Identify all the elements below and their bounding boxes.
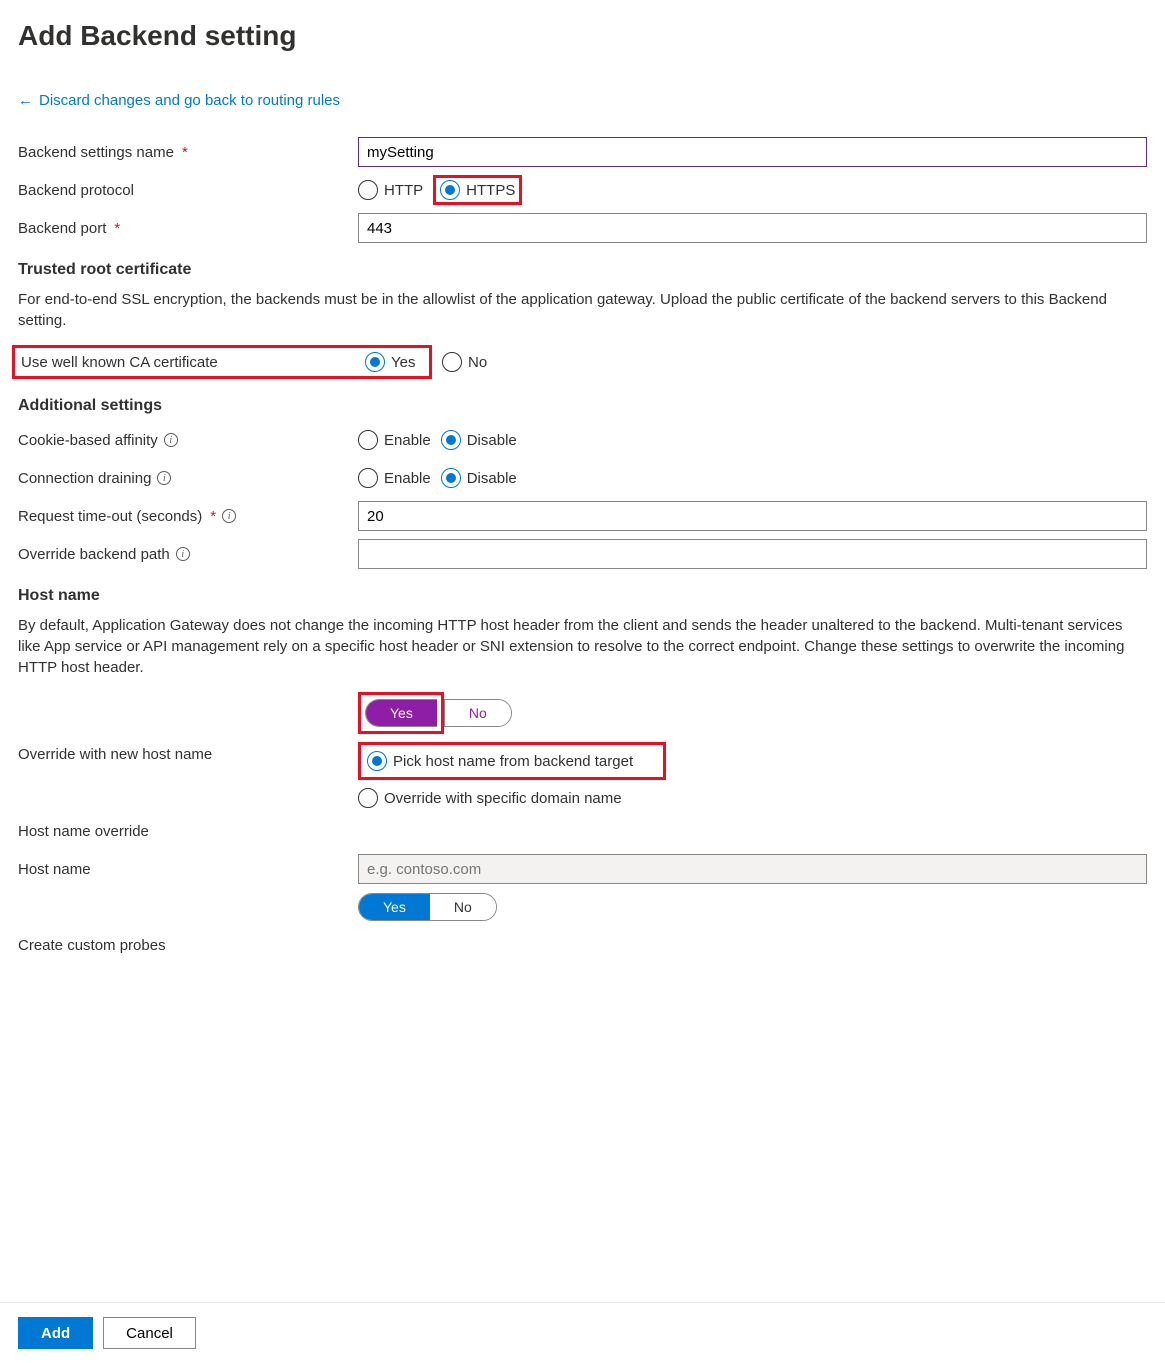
use-ca-yes-radio[interactable] [365, 352, 385, 372]
use-ca-label: Use well known CA certificate [21, 354, 355, 371]
back-link-text: Discard changes and go back to routing r… [39, 92, 340, 109]
yes-pill-highlight: Yes [358, 692, 444, 734]
timeout-label: Request time-out (seconds) [18, 508, 202, 525]
drain-enable-radio[interactable] [358, 468, 378, 488]
info-icon[interactable]: i [176, 547, 190, 561]
pick-host-highlight: Pick host name from backend target [358, 742, 666, 780]
cookie-enable-radio[interactable] [358, 430, 378, 450]
port-label: Backend port [18, 220, 106, 237]
info-icon[interactable]: i [157, 471, 171, 485]
cookie-label: Cookie-based affinity [18, 432, 158, 449]
pick-host-text: Pick host name from backend target [393, 753, 633, 770]
cookie-disable-radio[interactable] [441, 430, 461, 450]
https-highlight: HTTPS [433, 175, 522, 205]
override-domain-radio[interactable] [358, 788, 378, 808]
protocol-http-radio[interactable] [358, 180, 378, 200]
info-icon[interactable]: i [222, 509, 236, 523]
use-ca-no-radio[interactable] [442, 352, 462, 372]
hostname-override-label: Host name override [18, 823, 149, 840]
info-icon[interactable]: i [164, 433, 178, 447]
cookie-enable-text: Enable [384, 432, 431, 449]
arrow-left-icon: ← [18, 92, 33, 109]
custom-probes-label: Create custom probes [18, 937, 166, 954]
custom-probes-no-pill[interactable]: No [430, 894, 496, 920]
drain-disable-radio[interactable] [441, 468, 461, 488]
protocol-label: Backend protocol [18, 182, 134, 199]
hostname-heading: Host name [18, 587, 1147, 605]
override-domain-text: Override with specific domain name [384, 790, 622, 807]
use-ca-no-text: No [468, 354, 487, 371]
trusted-root-heading: Trusted root certificate [18, 261, 1147, 279]
footer-bar: Add Cancel [0, 1302, 1165, 1363]
discard-back-link[interactable]: ← Discard changes and go back to routing… [18, 92, 340, 109]
protocol-https-text: HTTPS [466, 182, 515, 199]
override-host-no-pill[interactable]: No [445, 700, 511, 726]
cookie-disable-text: Disable [467, 432, 517, 449]
use-ca-yes-text: Yes [391, 354, 415, 371]
timeout-input[interactable] [358, 501, 1147, 531]
additional-heading: Additional settings [18, 397, 1147, 415]
cancel-button[interactable]: Cancel [103, 1317, 196, 1349]
custom-probes-yes-pill[interactable]: Yes [359, 894, 430, 920]
hostname-label: Host name [18, 861, 91, 878]
override-path-label: Override backend path [18, 546, 170, 563]
hostname-input [358, 854, 1147, 884]
drain-enable-text: Enable [384, 470, 431, 487]
override-host-yes-pill[interactable]: Yes [366, 700, 437, 726]
protocol-https-radio[interactable] [440, 180, 460, 200]
required-asterisk: * [114, 220, 120, 237]
pick-host-radio[interactable] [367, 751, 387, 771]
override-path-input[interactable] [358, 539, 1147, 569]
page-title: Add Backend setting [18, 20, 1147, 52]
protocol-http-text: HTTP [384, 182, 423, 199]
drain-label: Connection draining [18, 470, 151, 487]
settings-name-input[interactable] [358, 137, 1147, 167]
override-host-label: Override with new host name [18, 746, 212, 763]
trusted-root-desc: For end-to-end SSL encryption, the backe… [18, 289, 1147, 331]
use-ca-highlight: Use well known CA certificate Yes [12, 345, 432, 379]
port-input[interactable] [358, 213, 1147, 243]
required-asterisk: * [210, 508, 216, 525]
add-button[interactable]: Add [18, 1317, 93, 1349]
settings-name-label: Backend settings name [18, 144, 174, 161]
drain-disable-text: Disable [467, 470, 517, 487]
hostname-desc: By default, Application Gateway does not… [18, 615, 1147, 678]
required-asterisk: * [182, 144, 188, 161]
